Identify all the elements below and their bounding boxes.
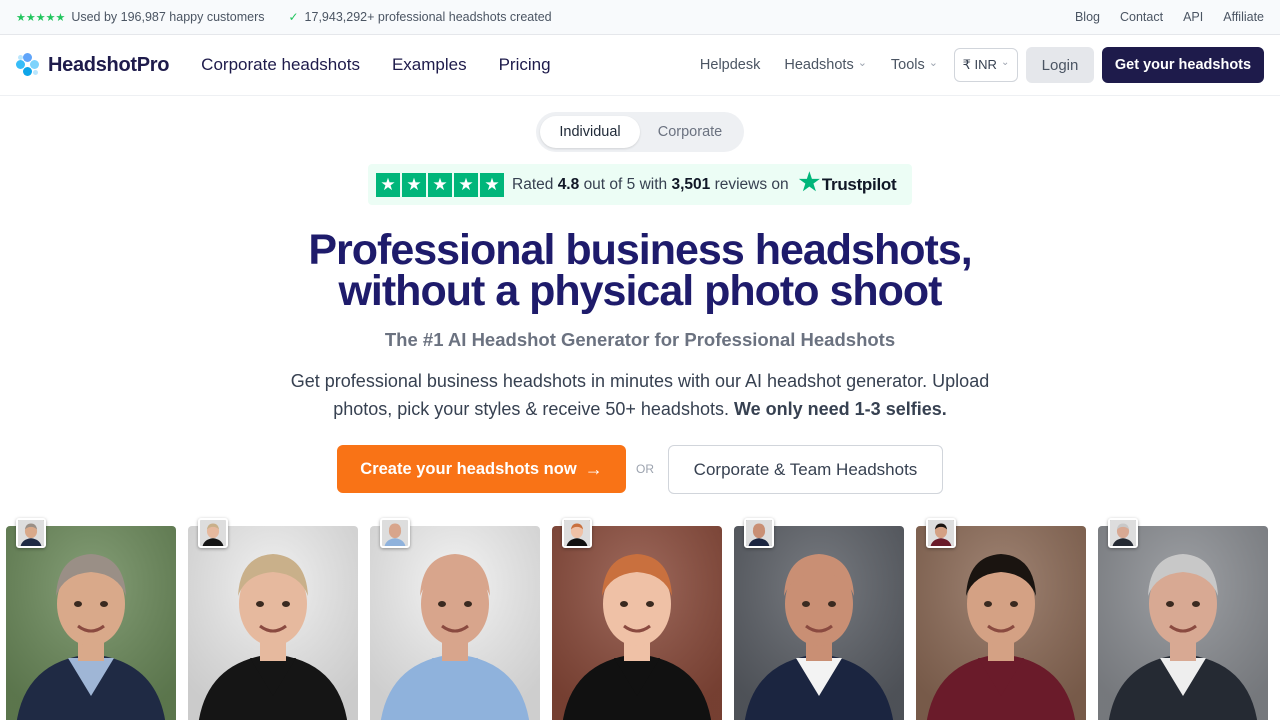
audience-toggle: Individual Corporate xyxy=(536,112,744,152)
secondary-nav: Helpdesk Headshots Tools xyxy=(700,57,938,73)
selfie-thumbnail xyxy=(198,518,228,548)
headshot-card-man-gray-hair-park xyxy=(6,526,176,720)
blog-link[interactable]: Blog xyxy=(1075,10,1100,24)
currency-select[interactable]: ₹ INR ⌄ xyxy=(954,48,1018,82)
toggle-corporate[interactable]: Corporate xyxy=(640,116,740,148)
get-headshots-button[interactable]: Get your headshots xyxy=(1102,47,1264,83)
hero-description-bold: We only need 1-3 selfies. xyxy=(733,399,947,419)
headshot-card-woman-dark-hair-burgundy xyxy=(916,526,1086,720)
api-link[interactable]: API xyxy=(1183,10,1203,24)
hero-description: Get professional business headshots in m… xyxy=(260,367,1020,423)
hero-title: Professional business headshots, without… xyxy=(0,229,1280,315)
headshot-card-man-glasses-gray xyxy=(1098,526,1268,720)
selfie-thumbnail xyxy=(16,518,46,548)
selfie-thumbnail xyxy=(562,518,592,548)
main-header: HeadshotPro Corporate headshots Examples… xyxy=(0,35,1280,96)
create-headshots-label: Create your headshots now xyxy=(360,459,577,478)
five-stars-icon: ★★★★★ xyxy=(16,11,66,24)
toggle-individual[interactable]: Individual xyxy=(540,116,640,148)
headshot-card-man-bald-beard-gray xyxy=(734,526,904,720)
nav-corporate-headshots[interactable]: Corporate headshots xyxy=(201,55,360,75)
customers-stat: ★★★★★ Used by 196,987 happy customers xyxy=(16,10,264,24)
rating-middle: out of 5 with xyxy=(583,175,668,193)
trustpilot-stars-icon: ★ ★ ★ ★ ★ xyxy=(376,172,504,197)
headshot-card-man-bald-blue-shirt xyxy=(370,526,540,720)
top-links: Blog Contact API Affiliate xyxy=(1075,10,1264,24)
headshots-stat: ✓ 17,943,292+ professional headshots cre… xyxy=(264,10,551,24)
logo[interactable]: HeadshotPro xyxy=(16,53,169,77)
selfie-thumbnail xyxy=(744,518,774,548)
affiliate-link[interactable]: Affiliate xyxy=(1223,10,1264,24)
create-headshots-button[interactable]: Create your headshots now → xyxy=(337,445,626,493)
headshot-card-woman-blonde-white xyxy=(188,526,358,720)
or-separator: OR xyxy=(636,462,654,476)
selfie-thumbnail xyxy=(926,518,956,548)
nav-tools-dropdown[interactable]: Tools xyxy=(891,57,938,73)
corporate-team-button[interactable]: Corporate & Team Headshots xyxy=(668,445,943,494)
trustpilot-brand: Trustpilot xyxy=(821,174,897,194)
hero-subtitle: The #1 AI Headshot Generator for Profess… xyxy=(384,329,896,350)
announcement-bar: ★★★★★ Used by 196,987 happy customers ✓ … xyxy=(0,0,1280,35)
trustpilot-star-icon: ★ xyxy=(798,168,821,196)
main-nav: Corporate headshots Examples Pricing xyxy=(201,55,550,75)
chevron-down-icon: ⌄ xyxy=(1000,56,1010,68)
customers-text: Used by 196,987 happy customers xyxy=(71,10,265,24)
check-icon: ✓ xyxy=(288,10,299,24)
trustpilot-rating[interactable]: ★ ★ ★ ★ ★ Rated 4.8 out of 5 with 3,501 revi… xyxy=(368,164,912,205)
trustpilot-logo: ★ Trustpilot xyxy=(798,168,897,197)
selfie-thumbnail xyxy=(1108,518,1138,548)
contact-link[interactable]: Contact xyxy=(1120,10,1163,24)
hero-title-line2: without a physical photo shoot xyxy=(338,267,942,315)
headshot-card-woman-redhead-brick xyxy=(552,526,722,720)
nav-examples[interactable]: Examples xyxy=(392,55,467,75)
login-button[interactable]: Login xyxy=(1026,47,1094,83)
example-headshots-strip xyxy=(6,518,1274,720)
selfie-thumbnail xyxy=(380,518,410,548)
currency-value: ₹ INR xyxy=(962,57,997,72)
nav-pricing[interactable]: Pricing xyxy=(499,55,551,75)
logo-icon xyxy=(16,53,40,77)
rating-value: 4.8 xyxy=(557,175,580,193)
review-count: 3,501 xyxy=(671,175,711,193)
rating-prefix: Rated xyxy=(512,175,554,193)
logo-text: HeadshotPro xyxy=(48,53,170,76)
nav-headshots-dropdown[interactable]: Headshots xyxy=(784,57,867,73)
arrow-right-icon: → xyxy=(584,458,603,479)
headshots-text: 17,943,292+ professional headshots creat… xyxy=(304,10,552,24)
nav-helpdesk[interactable]: Helpdesk xyxy=(700,57,760,73)
rating-suffix: reviews on xyxy=(714,175,789,193)
